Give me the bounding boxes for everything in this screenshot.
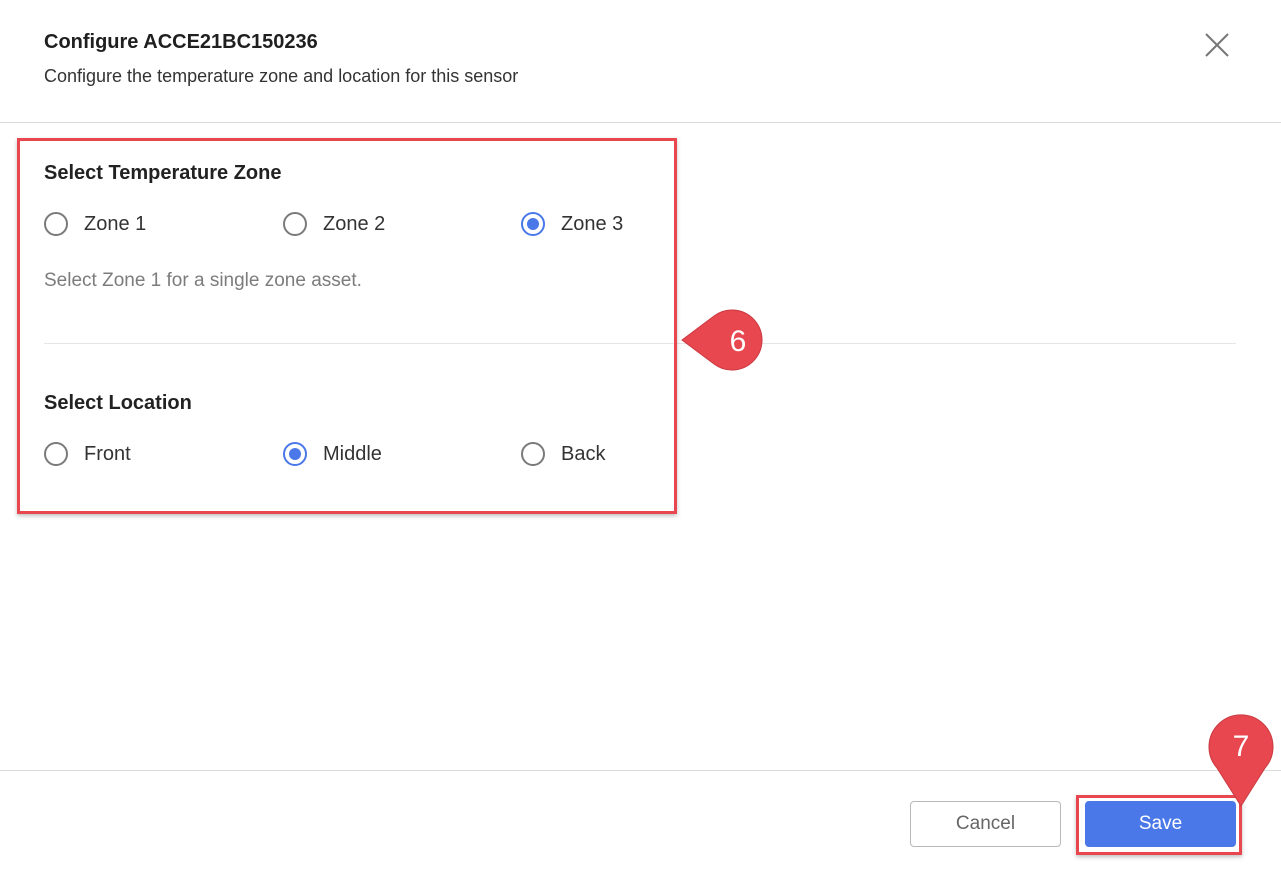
close-icon — [1205, 33, 1229, 57]
configure-sensor-dialog: Configure ACCE21BC150236 Configure the t… — [0, 0, 1281, 875]
dialog-header: Configure ACCE21BC150236 Configure the t… — [0, 0, 1281, 123]
step-6-highlight-box — [17, 138, 677, 514]
dialog-subtitle: Configure the temperature zone and locat… — [44, 66, 519, 86]
dialog-title: Configure ACCE21BC150236 — [44, 31, 318, 53]
step-6-callout-icon: 6 — [681, 309, 763, 371]
cancel-button[interactable]: Cancel — [910, 801, 1061, 847]
close-button[interactable] — [1204, 32, 1230, 58]
step-6-number: 6 — [730, 325, 747, 358]
step-7-callout-icon: 7 — [1208, 714, 1274, 807]
step-7-number: 7 — [1233, 730, 1250, 763]
